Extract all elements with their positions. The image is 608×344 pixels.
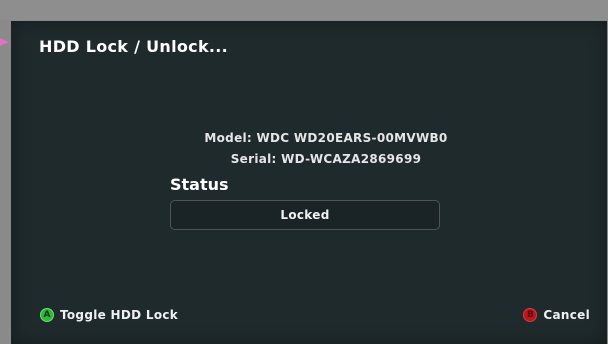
a-button-icon: A — [40, 308, 54, 322]
toggle-hdd-lock-label: Toggle HDD Lock — [60, 308, 179, 322]
dialog-panel: HDD Lock / Unlock... Model: WDC WD20EARS… — [11, 21, 607, 344]
b-button-icon: B — [523, 308, 538, 322]
top-strip — [0, 0, 608, 20]
status-value: Locked — [280, 208, 330, 222]
toggle-hdd-lock-button[interactable]: A Toggle HDD Lock — [40, 308, 178, 322]
drive-serial: Serial: WD-WCAZA2869699 — [230, 152, 422, 166]
pointer-arrow-icon — [0, 38, 9, 46]
cancel-button[interactable]: B Cancel — [523, 308, 590, 322]
dialog-title: HDD Lock / Unlock... — [39, 37, 229, 56]
screen: HDD Lock / Unlock... Model: WDC WD20EARS… — [0, 0, 608, 344]
status-label: Status — [170, 175, 229, 194]
cancel-label: Cancel — [543, 308, 590, 322]
drive-model: Model: WDC WD20EARS-00MVWB0 — [204, 131, 448, 145]
status-field: Locked — [170, 200, 440, 230]
